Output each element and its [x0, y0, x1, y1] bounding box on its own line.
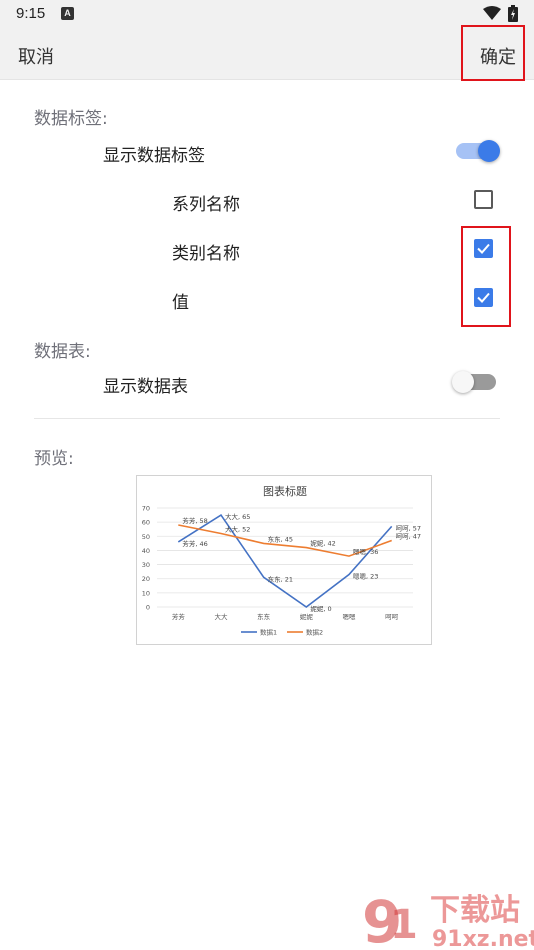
y-tick-label: 70 — [142, 505, 150, 513]
legend-label-2: 数据2 — [306, 628, 323, 637]
x-tick-label: 芳芳 — [172, 612, 186, 621]
y-tick-label: 60 — [142, 519, 150, 527]
data-label: 大大, 52 — [225, 524, 250, 533]
watermark-text: 下载站 — [430, 893, 520, 928]
y-tick-label: 30 — [142, 561, 150, 569]
data-labels-heading: 数据标签: — [34, 109, 108, 129]
data-label: 大大, 65 — [225, 512, 250, 521]
x-tick-label: 大大 — [215, 612, 229, 621]
watermark-url: 91xz.net — [432, 927, 534, 950]
y-tick-label: 20 — [142, 575, 150, 583]
show-data-labels-label: 显示数据标签 — [103, 146, 205, 166]
data-label: 芳芳, 46 — [182, 539, 207, 548]
x-tick-label: 嗯嗯 — [343, 613, 357, 621]
data-label: 嗯嗯, 36 — [353, 548, 378, 556]
status-time: 9:15 — [16, 5, 46, 22]
switch-knob — [478, 140, 500, 162]
show-data-table-label: 显示数据表 — [103, 377, 188, 397]
data-label: 芳芳, 58 — [182, 516, 207, 525]
data-label: 呵呵, 47 — [396, 533, 421, 541]
y-tick-label: 40 — [142, 547, 150, 555]
data-label: 妮妮, 0 — [310, 604, 331, 613]
a-badge-icon: A — [61, 7, 74, 20]
x-tick-label: 东东 — [257, 612, 271, 621]
wifi-icon — [483, 6, 501, 20]
x-tick-label: 呵呵 — [385, 613, 399, 621]
series-name-checkbox[interactable] — [474, 190, 493, 209]
value-label: 值 — [172, 293, 189, 313]
watermark-logo: 9 1 下载站 91xz.net — [362, 888, 534, 950]
top-action-bar: 取消 确定 — [0, 28, 534, 80]
y-tick-label: 10 — [142, 589, 150, 597]
x-tick-label: 妮妮 — [300, 612, 314, 621]
line-chart: 图表标题 0 10 20 30 40 50 60 70 芳芳 大大 东东 妮妮 嗯嗯 呵呵 芳芳, 46 大大,… — [142, 484, 421, 637]
preview-heading: 预览: — [34, 449, 74, 469]
data-table-heading: 数据表: — [34, 342, 91, 362]
highlight-box-confirm — [461, 25, 525, 81]
category-name-label: 类别名称 — [172, 244, 240, 264]
data-label: 东东, 45 — [268, 534, 293, 543]
data-label: 东东, 21 — [268, 574, 293, 583]
data-label: 呵呵, 57 — [396, 524, 421, 532]
svg-text:1: 1 — [390, 902, 418, 948]
y-tick-label: 0 — [146, 604, 150, 612]
status-bar: 9:15 A — [0, 0, 534, 28]
chart-title: 图表标题 — [263, 484, 307, 498]
data-label: 妮妮, 42 — [310, 539, 335, 548]
data-label: 嗯嗯, 23 — [353, 572, 378, 580]
switch-knob — [452, 371, 474, 393]
show-data-labels-switch[interactable] — [456, 140, 500, 162]
cancel-button[interactable]: 取消 — [18, 43, 54, 69]
y-tick-label: 50 — [142, 533, 150, 541]
battery-icon — [508, 5, 518, 22]
legend-label-1: 数据1 — [260, 628, 277, 637]
chart-preview: 图表标题 0 10 20 30 40 50 60 70 芳芳 大大 东东 妮妮 嗯嗯 呵呵 芳芳, 46 大大,… — [136, 475, 432, 645]
show-data-table-switch[interactable] — [452, 371, 496, 393]
series-name-label: 系列名称 — [172, 195, 240, 215]
divider — [34, 418, 500, 419]
highlight-box-checkboxes — [461, 226, 511, 327]
